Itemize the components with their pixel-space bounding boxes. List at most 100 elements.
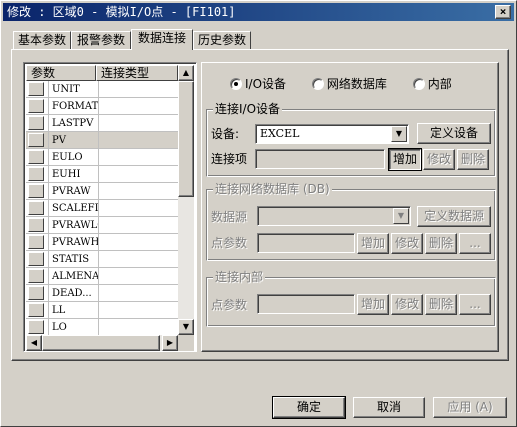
modify-button[interactable]: 修改	[423, 149, 455, 170]
list-header: 参数 连接类型	[26, 65, 178, 81]
list-item[interactable]: EULO	[26, 149, 178, 166]
row-checkbox[interactable]	[28, 133, 44, 147]
scroll-corner	[178, 335, 194, 351]
list-item[interactable]: UNIT	[26, 81, 178, 98]
radio-io-device[interactable]: I/O设备	[230, 76, 312, 91]
list-item[interactable]: ALMENAB	[26, 268, 178, 285]
header-conn-type[interactable]: 连接类型	[96, 65, 178, 81]
scroll-down-icon[interactable]: ▼	[178, 319, 194, 335]
row-checkbox[interactable]	[28, 235, 44, 249]
list-item[interactable]: SCALEFL	[26, 200, 178, 217]
close-icon: ×	[499, 5, 507, 18]
row-checkbox[interactable]	[28, 116, 44, 130]
close-button[interactable]: ×	[495, 5, 511, 19]
row-checkbox[interactable]	[28, 82, 44, 96]
scroll-right-icon[interactable]: ▶	[162, 335, 178, 351]
row-checkbox[interactable]	[28, 184, 44, 198]
internal-add-button[interactable]: 增加	[357, 294, 389, 315]
delete-button[interactable]: 删除	[457, 149, 489, 170]
vertical-scrollbar[interactable]: ▲ ▼	[178, 65, 194, 335]
io-group-title: 连接I/O设备	[213, 102, 283, 116]
radio-io-device-label[interactable]: I/O设备	[245, 77, 286, 91]
data-source-select[interactable]: ▼	[257, 206, 411, 226]
window-title: 修改 : 区域0 - 模拟I/O点 - [FI101]	[7, 5, 236, 19]
device-value: EXCEL	[260, 127, 300, 140]
conn-type-cell	[98, 302, 178, 319]
radio-network-db-label[interactable]: 网络数据库	[327, 77, 387, 91]
db-delete-button[interactable]: 删除	[425, 233, 457, 254]
db-param-field[interactable]	[257, 233, 355, 253]
internal-delete-button[interactable]: 删除	[425, 294, 457, 315]
tab-alarm-params[interactable]: 报警参数	[71, 31, 131, 49]
cancel-button[interactable]: 取消	[353, 397, 425, 418]
internal-modify-button[interactable]: 修改	[391, 294, 423, 315]
header-param[interactable]: 参数	[26, 65, 96, 81]
param-name: SCALEFL	[48, 200, 98, 217]
scroll-left-icon[interactable]: ◀	[26, 335, 42, 351]
radio-network-db-indicator[interactable]	[311, 77, 324, 90]
chevron-down-icon[interactable]: ▼	[393, 208, 409, 224]
conn-type-cell	[98, 319, 178, 335]
row-checkbox[interactable]	[28, 150, 44, 164]
tab-data-connection[interactable]: 数据连接	[131, 29, 193, 50]
apply-button[interactable]: 应用 (A)	[433, 397, 507, 418]
list-item[interactable]: PVRAWLO	[26, 217, 178, 234]
row-checkbox[interactable]	[28, 320, 44, 334]
title-bar[interactable]: 修改 : 区域0 - 模拟I/O点 - [FI101] ×	[3, 3, 514, 21]
list-item[interactable]: PVRAWHI	[26, 234, 178, 251]
list-item[interactable]: DEAD...	[26, 285, 178, 302]
db-browse-button[interactable]: ...	[459, 233, 491, 254]
db-add-button[interactable]: 增加	[357, 233, 389, 254]
list-item[interactable]: LASTPV	[26, 115, 178, 132]
db-modify-button[interactable]: 修改	[391, 233, 423, 254]
chevron-down-icon[interactable]: ▼	[391, 126, 407, 142]
list-item[interactable]: LO	[26, 319, 178, 335]
internal-browse-button[interactable]: ...	[459, 294, 491, 315]
scroll-up-icon[interactable]: ▲	[178, 65, 194, 81]
device-select[interactable]: EXCEL ▼	[255, 124, 409, 144]
list-item[interactable]: LL	[26, 302, 178, 319]
radio-internal[interactable]: 内部	[412, 76, 474, 91]
param-list[interactable]: 参数 连接类型 UNIT FORMAT LASTPV PV EULO EUHI PVRAW S…	[23, 62, 197, 352]
data-source-label: 数据源	[211, 210, 248, 224]
radio-io-device-indicator[interactable]	[230, 77, 242, 90]
conn-type-cell	[98, 183, 178, 200]
param-name: LO	[48, 319, 98, 335]
define-device-button[interactable]: 定义设备	[417, 123, 491, 144]
internal-param-field[interactable]	[257, 294, 355, 314]
radio-internal-label[interactable]: 内部	[428, 77, 452, 91]
radio-network-db[interactable]: 网络数据库	[311, 76, 413, 91]
ok-button[interactable]: 确定	[272, 396, 346, 419]
row-checkbox[interactable]	[28, 167, 44, 181]
conn-type-cell	[98, 149, 178, 166]
hscroll-thumb[interactable]	[42, 335, 160, 351]
list-item[interactable]: STATIS	[26, 251, 178, 268]
radio-internal-indicator[interactable]	[412, 77, 425, 90]
row-checkbox[interactable]	[28, 218, 44, 232]
row-checkbox[interactable]	[28, 252, 44, 266]
tab-history-params[interactable]: 历史参数	[193, 31, 251, 49]
horizontal-scrollbar[interactable]: ◀ ▶	[26, 335, 178, 351]
network-db-group: 连接网络数据库 (DB) 数据源 ▼ 定义数据源 点参数 增加 修改 删除 ..…	[206, 182, 496, 261]
list-item[interactable]: EUHI	[26, 166, 178, 183]
conn-type-cell	[98, 98, 178, 115]
row-checkbox[interactable]	[28, 303, 44, 317]
define-data-source-button[interactable]: 定义数据源	[417, 206, 491, 227]
row-checkbox[interactable]	[28, 99, 44, 113]
connection-item-field[interactable]	[255, 149, 385, 169]
conn-type-cell	[98, 200, 178, 217]
param-name: UNIT	[48, 81, 98, 98]
param-name: EUHI	[48, 166, 98, 183]
row-checkbox[interactable]	[28, 269, 44, 283]
list-item[interactable]: PVRAW	[26, 183, 178, 200]
list-item[interactable]: PV	[26, 132, 178, 149]
tab-basic-params[interactable]: 基本参数	[13, 31, 71, 49]
scroll-thumb[interactable]	[178, 81, 194, 197]
source-radio-group: I/O设备 网络数据库 内部	[230, 75, 474, 91]
list-item[interactable]: FORMAT	[26, 98, 178, 115]
param-name: PV	[48, 132, 98, 149]
add-button[interactable]: 增加	[388, 148, 422, 171]
row-checkbox[interactable]	[28, 286, 44, 300]
row-checkbox[interactable]	[28, 201, 44, 215]
param-name: EULO	[48, 149, 98, 166]
